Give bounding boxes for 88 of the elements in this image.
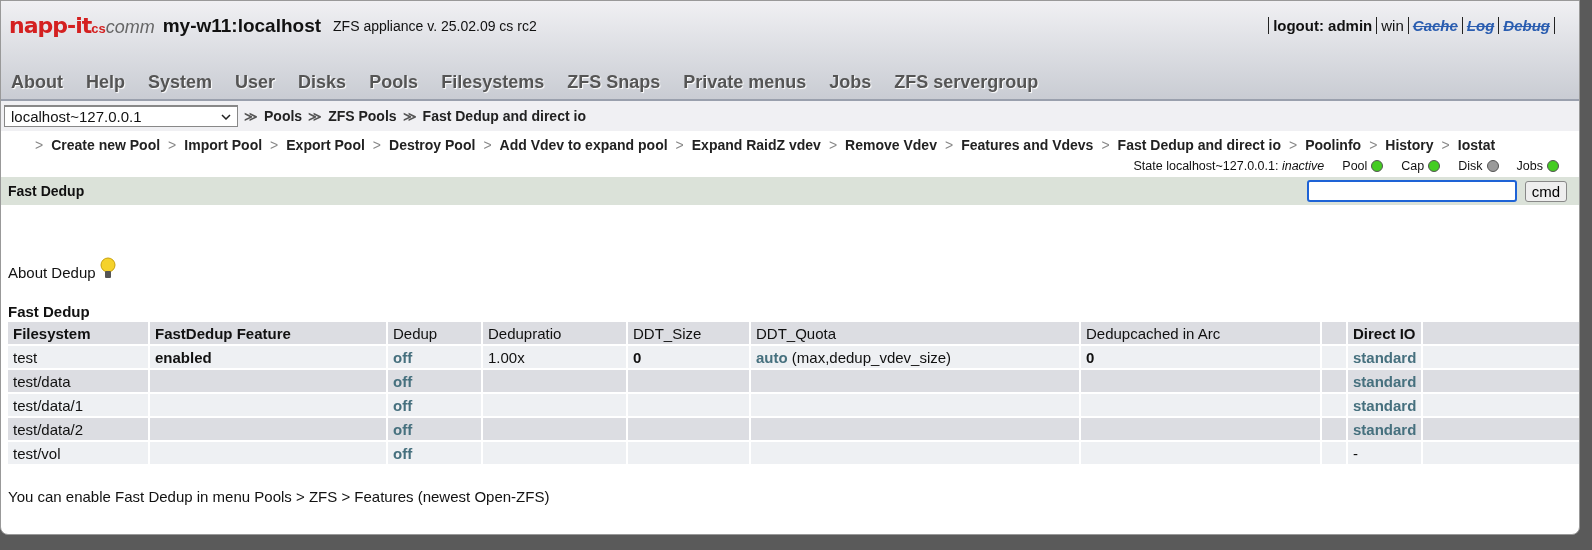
nav-menu-item[interactable]: ZFS servergroup: [894, 72, 1039, 93]
table-title: Fast Dedup: [8, 303, 91, 320]
column-header: DDT_Quota: [751, 322, 1079, 344]
table-cell: 1.00x: [488, 348, 525, 366]
header-link[interactable]: win: [1381, 17, 1404, 34]
header-link[interactable]: logout: admin: [1273, 17, 1373, 34]
nav-menu-item[interactable]: User: [235, 72, 276, 93]
table-cell: test/data/2: [13, 420, 84, 438]
table-cell[interactable]: off: [393, 444, 413, 462]
submenu-link[interactable]: Iostat: [1457, 137, 1496, 153]
submenu-separator: >: [828, 137, 838, 153]
cmd-button[interactable]: cmd: [1524, 180, 1567, 202]
table-cell[interactable]: off: [393, 396, 413, 414]
submenu-separator: >: [944, 137, 954, 153]
submenu-link[interactable]: Fast Dedup and direct io: [1117, 137, 1281, 153]
submenu-separator: >: [483, 137, 492, 153]
submenu-separator: >: [675, 137, 684, 153]
submenu-link[interactable]: Import Pool: [184, 137, 263, 153]
host-title: my-w11:localhost: [162, 14, 322, 37]
breadcrumb-separator: ≫: [308, 108, 323, 124]
submenu-link[interactable]: Create new Pool: [51, 137, 161, 153]
header-link[interactable]: Cache: [1412, 17, 1458, 34]
nav-menu-item[interactable]: ZFS Snaps: [567, 72, 661, 93]
table-cell: test/data/1: [13, 396, 84, 414]
submenu-link[interactable]: Remove Vdev: [845, 137, 937, 153]
submenu-link[interactable]: Export Pool: [286, 137, 365, 153]
submenu-separator: >: [35, 137, 44, 153]
column-header: DDT_Size: [628, 322, 749, 344]
submenu-separator: >: [1288, 137, 1298, 153]
column-header: Dedupcached in Arc: [1081, 322, 1320, 344]
submenu-link[interactable]: Add Vdev to expand pool: [499, 137, 668, 153]
table-cell[interactable]: off: [393, 420, 413, 438]
state-text: State localhost~127.0.0.1: inactive: [1133, 159, 1325, 173]
submenu-separator: >: [168, 137, 177, 153]
section-title: Fast Dedup: [8, 183, 85, 199]
column-header: Direct IO: [1348, 322, 1422, 344]
table-cell-text: (max,dedup_vdev_size): [790, 348, 952, 366]
submenu-separator: >: [372, 137, 381, 153]
submenu-link[interactable]: Destroy Pool: [389, 137, 476, 153]
nav-menu-item[interactable]: Private menus: [683, 72, 807, 93]
submenu-link[interactable]: Poolinfo: [1305, 137, 1362, 153]
host-select[interactable]: localhost~127.0.0.1: [4, 105, 238, 127]
lightbulb-icon: [99, 257, 116, 281]
indicator-label: Jobs: [1516, 159, 1543, 173]
indicator-label: Cap: [1401, 159, 1425, 173]
breadcrumb-link[interactable]: Pools: [264, 108, 303, 124]
table-cell: test/vol: [13, 444, 61, 462]
nav-menu-item[interactable]: Disks: [298, 72, 347, 93]
header-link[interactable]: Log: [1466, 17, 1495, 34]
submenu-separator: >: [1369, 137, 1378, 153]
table-cell: enabled: [155, 348, 212, 366]
breadcrumb-link[interactable]: ZFS Pools: [328, 108, 397, 124]
indicator-label: Disk: [1458, 159, 1483, 173]
header-link[interactable]: Debug: [1503, 17, 1550, 34]
about-link[interactable]: About Dedup: [8, 264, 96, 281]
table-cell: -: [1353, 444, 1358, 462]
command-field[interactable]: [1306, 180, 1517, 202]
nav-menu-item[interactable]: System: [148, 72, 213, 93]
nav-menu-item[interactable]: Pools: [369, 72, 419, 93]
column-header: Filesystem: [8, 322, 148, 344]
breadcrumb-separator: ≫: [402, 108, 417, 124]
nav-menu-item[interactable]: Jobs: [829, 72, 872, 93]
column-header: Dedupratio: [483, 322, 626, 344]
nav-menu-item[interactable]: About: [11, 72, 63, 93]
table-cell[interactable]: off: [393, 348, 413, 366]
logo: napp-itcscomm: [9, 13, 155, 38]
table-cell[interactable]: auto: [756, 348, 788, 366]
table-cell: test: [13, 348, 38, 366]
column-header: FastDedup Feature: [150, 322, 386, 344]
column-header: Dedup: [388, 322, 481, 344]
table-cell[interactable]: off: [393, 372, 413, 390]
breadcrumb-link[interactable]: Fast Dedup and direct io: [422, 108, 586, 124]
submenu-link[interactable]: Features and Vdevs: [961, 137, 1094, 153]
breadcrumb-separator: ≫: [244, 108, 258, 124]
nav-menu-item[interactable]: Help: [86, 72, 125, 93]
table-cell: 0: [1086, 348, 1095, 366]
submenu-link[interactable]: History: [1385, 137, 1434, 153]
indicator-label: Pool: [1342, 159, 1368, 173]
nav-menu-item[interactable]: Filesystems: [441, 72, 545, 93]
table-cell: 0: [633, 348, 642, 366]
table-cell: test/data: [13, 372, 71, 390]
submenu-separator: >: [270, 137, 279, 153]
submenu-separator: >: [1441, 137, 1450, 153]
version-text: ZFS appliance v. 25.02.09 cs rc2: [333, 17, 537, 34]
submenu-separator: >: [1101, 137, 1110, 153]
chevron-down-icon: [221, 113, 231, 120]
footnote-text: You can enable Fast Dedup in menu Pools > ZFS > Features (newest Open-ZFS): [8, 488, 551, 505]
submenu-link[interactable]: Expand RaidZ vdev: [691, 137, 821, 153]
